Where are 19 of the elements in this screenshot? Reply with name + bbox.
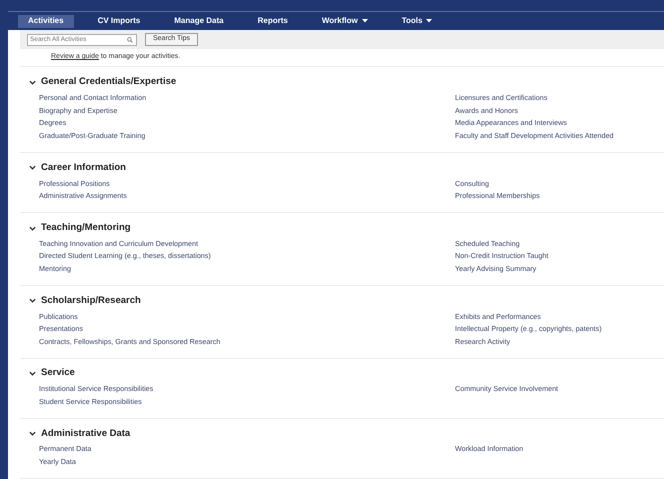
chevron-icon[interactable] xyxy=(29,78,36,86)
nav-tab[interactable]: Activities xyxy=(18,14,74,28)
section-heading: Service xyxy=(41,366,75,380)
section-heading: Career Information xyxy=(41,160,126,175)
nav-tab[interactable]: Reports xyxy=(248,14,298,28)
section-heading: Scholarship/Research xyxy=(41,294,141,308)
nav-tab[interactable]: Manage Data xyxy=(164,14,234,28)
chevron-icon[interactable] xyxy=(29,297,36,304)
section-heading: Administrative Data xyxy=(41,426,130,441)
chevron-icon[interactable] xyxy=(29,370,36,378)
chevron-icon[interactable] xyxy=(29,430,36,438)
nav-tab[interactable]: Tools xyxy=(392,14,442,28)
section-heading: General Credentials/Expertise xyxy=(41,75,176,90)
search-icon xyxy=(127,36,133,43)
chevron-icon[interactable] xyxy=(29,164,36,172)
section-heading: Teaching/Mentoring xyxy=(41,220,131,235)
nav-tab[interactable]: Workflow xyxy=(312,14,378,28)
chevron-icon[interactable] xyxy=(29,224,36,232)
nav-tab[interactable]: CV Imports xyxy=(88,14,150,28)
